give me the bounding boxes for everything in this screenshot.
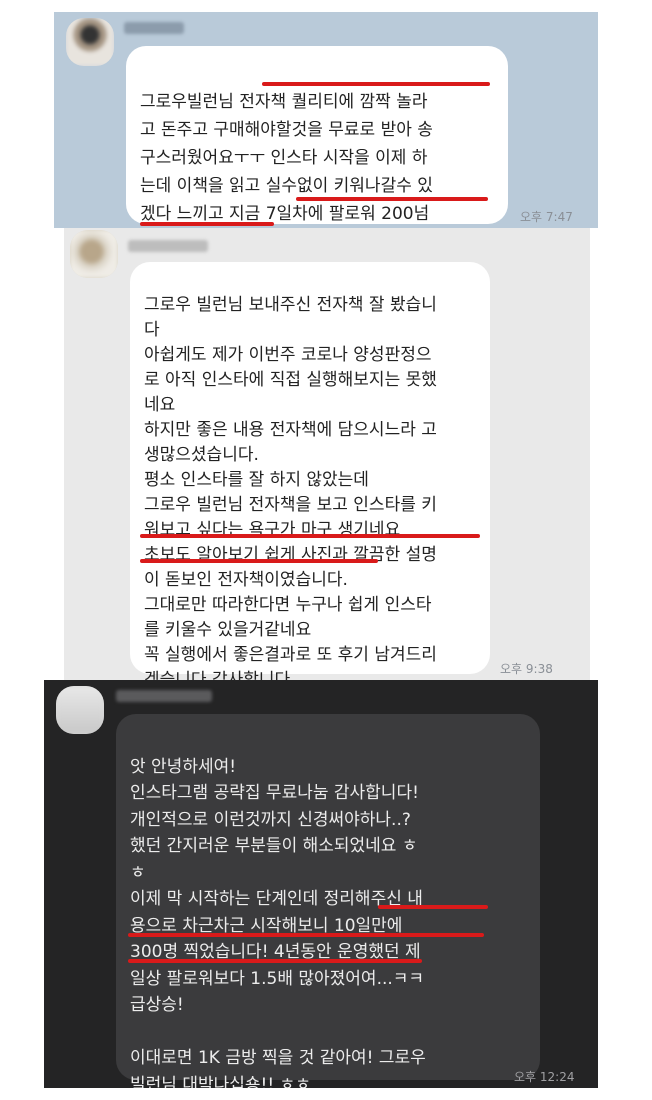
chat-panel-3: 앗 안녕하세여! 인스타그램 공략집 무료나눔 감사합니다! 개인적으로 이런것… [44,680,598,1088]
message-text: 앗 안녕하세여! 인스타그램 공략집 무료나눔 감사합니다! 개인적으로 이런것… [130,756,426,1089]
highlight-underline [378,905,488,909]
avatar[interactable] [56,686,104,734]
message-time: 오후 9:38 [500,662,553,676]
sender-name [128,240,208,252]
chat-panel-2: 그로우 빌런님 보내주신 전자책 잘 봤습니 다 아쉽게도 제가 이번주 코로나… [64,228,590,680]
highlight-underline [262,82,490,86]
highlight-underline [140,222,274,226]
avatar[interactable] [66,18,114,66]
message-text: 그로우빌런님 전자책 퀄리티에 깜짝 놀라 고 돈주고 구매해야할것을 무료로 … [140,92,433,224]
message-time: 오후 7:47 [520,210,573,224]
message-text: 그로우 빌런님 보내주신 전자책 잘 봤습니 다 아쉽게도 제가 이번주 코로나… [144,295,437,680]
avatar[interactable] [70,230,118,278]
sender-name [116,690,212,702]
chat-panel-1: 그로우빌런님 전자책 퀄리티에 깜짝 놀라 고 돈주고 구매해야할것을 무료로 … [54,12,598,228]
sender-name [124,22,184,34]
highlight-underline [128,933,484,937]
highlight-underline [140,559,378,563]
message-time: 오후 12:24 [514,1070,575,1084]
highlight-underline [296,197,488,201]
highlight-underline [128,959,422,963]
highlight-underline [140,534,480,538]
message-bubble[interactable]: 앗 안녕하세여! 인스타그램 공략집 무료나눔 감사합니다! 개인적으로 이런것… [116,714,540,1088]
message-bubble[interactable]: 그로우 빌런님 보내주신 전자책 잘 봤습니 다 아쉽게도 제가 이번주 코로나… [130,262,490,680]
